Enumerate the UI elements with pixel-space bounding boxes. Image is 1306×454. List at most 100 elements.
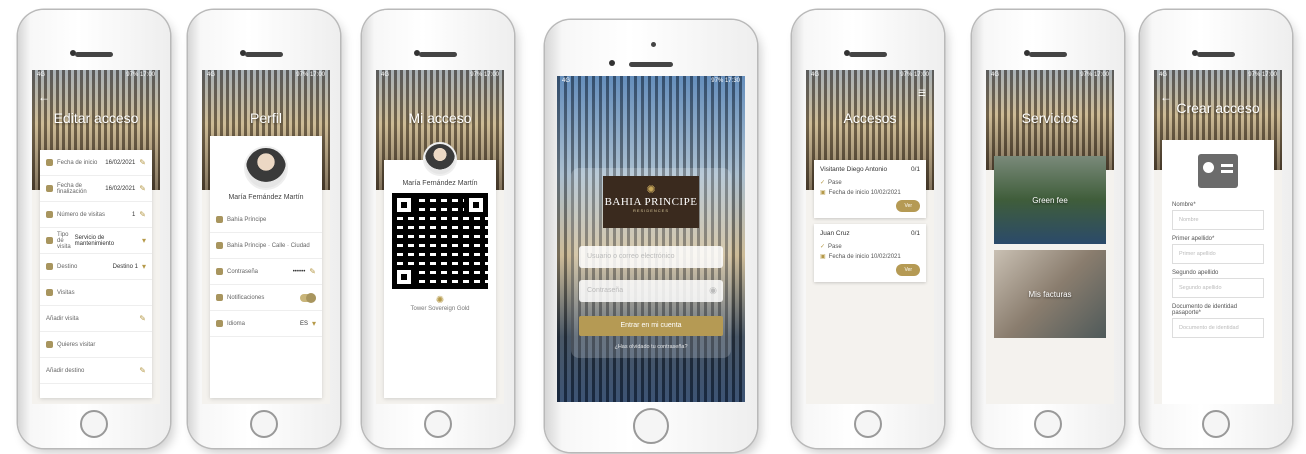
- users-icon: [46, 211, 53, 218]
- chevron-down-icon[interactable]: ▾: [142, 236, 146, 245]
- form-row[interactable]: Añadir visita ✎: [40, 306, 152, 332]
- view-access-button[interactable]: Ver: [896, 200, 920, 212]
- speaker: [75, 52, 113, 57]
- pencil-icon[interactable]: ✎: [139, 314, 146, 323]
- field-label: Nombre*: [1172, 202, 1196, 208]
- screen-login: 4G 97% 17:30 ✺ BAHIA PRINCIPE RESIDENCES …: [557, 76, 745, 402]
- speaker: [1197, 52, 1235, 57]
- second-surname-input[interactable]: Segundo apellido: [1172, 278, 1264, 298]
- home-button[interactable]: [424, 410, 452, 438]
- profile-name: María Fernández Martín: [228, 194, 304, 201]
- globe-icon: [216, 320, 223, 327]
- calendar-icon: [46, 159, 53, 166]
- residence-logo: ✺ Tower Sovereign Gold: [384, 295, 496, 312]
- location-icon: [46, 341, 53, 348]
- calendar-icon: ▣: [820, 254, 826, 260]
- avatar[interactable]: [244, 146, 288, 190]
- pencil-icon[interactable]: ✎: [139, 210, 146, 219]
- tag-icon: [46, 237, 53, 244]
- access-card[interactable]: Juan Cruz 0/1 ✓ Pase ▣ Fecha de inicio 10/0…: [814, 224, 926, 282]
- profile-row[interactable]: Notificaciones: [210, 285, 322, 311]
- form-row[interactable]: Añadir destino ✎: [40, 358, 152, 384]
- page-title: Mi acceso: [408, 110, 472, 126]
- screen-edit-access: 4G 97% 17:00 ← Editar acceso Fecha de ini…: [32, 70, 160, 404]
- pencil-icon[interactable]: ✎: [139, 184, 146, 193]
- field-label: Documento de identidad pasaporte*: [1172, 304, 1238, 316]
- screen-services: 4G 97% 17:00 Servicios Green fee Mis fact…: [986, 70, 1114, 404]
- home-button[interactable]: [1202, 410, 1230, 438]
- qr-finder: [392, 265, 416, 289]
- chevron-down-icon[interactable]: ▾: [142, 262, 146, 271]
- back-arrow-icon[interactable]: ←: [38, 90, 50, 104]
- form-row[interactable]: Destino Destino 1 ▾: [40, 254, 152, 280]
- status-bar: 4G 97% 17:00: [991, 72, 1109, 78]
- home-button[interactable]: [1034, 410, 1062, 438]
- first-name-input[interactable]: Nombre: [1172, 210, 1264, 230]
- home-button[interactable]: [633, 408, 669, 444]
- field-label: Primer apellido*: [1172, 236, 1215, 242]
- page-title: Accesos: [843, 110, 897, 126]
- id-card-icon: [1198, 154, 1238, 188]
- first-surname-input[interactable]: Primer apellido: [1172, 244, 1264, 264]
- lock-icon: [216, 268, 223, 275]
- form-row[interactable]: Número de visitas 1 ✎: [40, 202, 152, 228]
- home-button[interactable]: [80, 410, 108, 438]
- form-row[interactable]: Fecha de inicio 16/02/2021 ✎: [40, 150, 152, 176]
- service-tile-green-fee[interactable]: Green fee: [994, 156, 1106, 244]
- access-list: Visitante Diego Antonio 0/1 ✓ Pase ▣ Fecha …: [806, 154, 934, 288]
- pencil-icon[interactable]: ✎: [139, 158, 146, 167]
- services-list: Green fee Mis facturas: [986, 150, 1114, 344]
- access-holder-name: María Fernández Martín: [402, 180, 478, 187]
- eye-icon[interactable]: ◉: [709, 285, 717, 296]
- profile-row: Bahía Príncipe: [210, 207, 322, 233]
- page-title: Perfil: [250, 110, 282, 126]
- brand-logo: ✺ BAHIA PRINCIPE RESIDENCES: [603, 176, 699, 228]
- speaker: [629, 62, 673, 67]
- status-bar: 4G 97% 17:00: [1159, 72, 1277, 78]
- screen-create-access: 4G 97% 17:00 ← Crear acceso Nombre* Nombr…: [1154, 70, 1282, 404]
- menu-icon[interactable]: ☰: [918, 88, 926, 99]
- phone-services: 4G 97% 17:00 Servicios Green fee Mis fact…: [972, 10, 1124, 448]
- service-tile-invoices[interactable]: Mis facturas: [994, 250, 1106, 338]
- forgot-password-link[interactable]: ¿Has olvidado tu contraseña?: [557, 344, 745, 350]
- location-icon: [216, 242, 223, 249]
- app-screens-showcase: 4G 97% 17:00 ← Editar acceso Fecha de ini…: [0, 0, 1306, 454]
- screen-accesses: 4G 97% 17:00 ☰ Accesos Visitante Diego An…: [806, 70, 934, 404]
- create-form-card: Nombre* Nombre Primer apellido* Primer a…: [1162, 140, 1274, 404]
- speaker: [245, 52, 283, 57]
- login-button[interactable]: Entrar en mi cuenta: [579, 316, 723, 336]
- check-icon: ✓: [820, 180, 826, 186]
- username-input[interactable]: Usuario o correo electrónico: [579, 246, 723, 268]
- form-row[interactable]: Tipo de visita Servicio de mantenimiento ▾: [40, 228, 152, 254]
- pencil-icon[interactable]: ✎: [139, 366, 146, 375]
- status-bar: 4G 97% 17:30: [562, 78, 740, 84]
- phone-my-access: 4G 97% 17:00 Mi acceso María Fernández Ma…: [362, 10, 514, 448]
- view-access-button[interactable]: Ver: [896, 264, 920, 276]
- status-bar: 4G 97% 17:00: [37, 72, 155, 78]
- user-icon: [46, 289, 53, 296]
- qr-finder: [464, 193, 488, 217]
- access-card[interactable]: Visitante Diego Antonio 0/1 ✓ Pase ▣ Fecha …: [814, 160, 926, 218]
- bell-icon: [216, 294, 223, 301]
- password-input[interactable]: Contraseña ◉: [579, 280, 723, 302]
- status-bar: 4G 97% 17:00: [207, 72, 325, 78]
- form-row[interactable]: Fecha de finalización 16/02/2021 ✎: [40, 176, 152, 202]
- camera-dot: [608, 60, 615, 66]
- calendar-icon: ▣: [820, 190, 826, 196]
- profile-row[interactable]: Contraseña •••••• ✎: [210, 259, 322, 285]
- star-logo-icon: ✺: [646, 184, 656, 196]
- star-logo-icon: ✺: [435, 295, 445, 306]
- check-icon: ✓: [820, 244, 826, 250]
- edit-form-card: Fecha de inicio 16/02/2021 ✎ Fecha de fina…: [40, 150, 152, 398]
- building-icon: [216, 216, 223, 223]
- form-row[interactable]: Visitas: [40, 280, 152, 306]
- home-button[interactable]: [250, 410, 278, 438]
- status-bar: 4G 97% 17:00: [811, 72, 929, 78]
- chevron-down-icon[interactable]: ▾: [312, 319, 316, 328]
- pencil-icon[interactable]: ✎: [309, 267, 316, 276]
- id-document-input[interactable]: Documento de identidad: [1172, 318, 1264, 338]
- form-row[interactable]: Quieres visitar: [40, 332, 152, 358]
- home-button[interactable]: [854, 410, 882, 438]
- notifications-toggle[interactable]: [300, 292, 316, 303]
- profile-row[interactable]: Idioma ES ▾: [210, 311, 322, 337]
